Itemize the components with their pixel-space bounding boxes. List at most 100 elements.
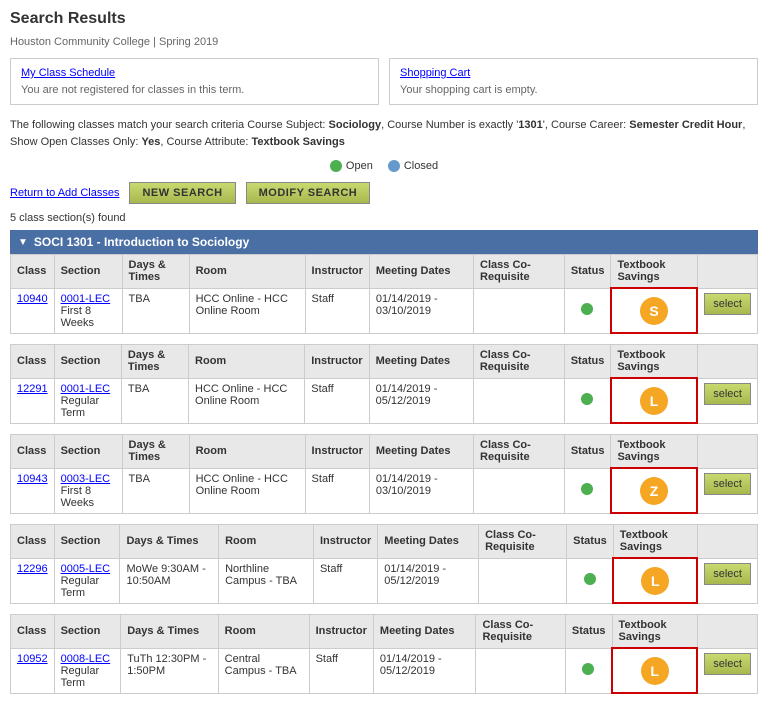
col-section: Section [54, 345, 121, 379]
class-select: select [697, 558, 757, 603]
class-number-link[interactable]: 12296 [17, 563, 48, 575]
nav-row: Return to Add Classes New Search Modify … [10, 182, 758, 204]
status-open-dot [581, 483, 593, 495]
class-number: 10952 [11, 648, 55, 693]
class-status [567, 558, 614, 603]
col-status: Status [564, 345, 611, 379]
class-number-link[interactable]: 10940 [17, 293, 48, 305]
select-button[interactable]: select [704, 293, 751, 315]
page-subtitle: Houston Community College | Spring 2019 [10, 36, 758, 48]
shopping-cart-link[interactable]: Shopping Cart [400, 67, 470, 79]
class-room: HCC Online - HCC Online Room [189, 288, 305, 333]
table-row: 10940 0001-LEC First 8 Weeks TBA HCC Onl… [11, 288, 758, 333]
col-class: Class [11, 615, 55, 649]
modify-search-button[interactable]: Modify Search [246, 182, 371, 204]
textbook-icon[interactable]: S [640, 297, 668, 325]
status-open-dot [581, 393, 593, 405]
class-number-link[interactable]: 10943 [17, 473, 48, 485]
class-section-sub: Regular Term [61, 575, 100, 599]
class-meeting-dates: 01/14/2019 - 03/10/2019 [369, 288, 473, 333]
class-instructor: Staff [313, 558, 377, 603]
class-room: HCC Online - HCC Online Room [189, 378, 305, 423]
class-number-link[interactable]: 12291 [17, 383, 48, 395]
col-instructor: Instructor [309, 615, 373, 649]
textbook-icon[interactable]: L [641, 657, 669, 685]
select-button[interactable]: select [704, 653, 751, 675]
col-textbook-savings: Textbook Savings [611, 345, 697, 379]
classes-container: Class Section Days & Times Room Instruct… [10, 254, 758, 694]
col-co-req: Class Co-Requisite [479, 525, 567, 559]
class-section-link[interactable]: 0003-LEC [61, 473, 111, 485]
col-instructor: Instructor [313, 525, 377, 559]
col-status: Status [564, 435, 611, 469]
class-textbook[interactable]: L [613, 558, 697, 603]
info-boxes-container: My Class Schedule You are not registered… [10, 58, 758, 105]
textbook-icon[interactable]: L [641, 567, 669, 595]
col-meeting-dates: Meeting Dates [378, 525, 479, 559]
class-section-sub: Regular Term [61, 395, 100, 419]
return-to-add-classes-link[interactable]: Return to Add Classes [10, 187, 119, 199]
class-textbook[interactable]: L [612, 648, 697, 693]
col-instructor: Instructor [305, 435, 369, 469]
class-textbook[interactable]: Z [611, 468, 697, 513]
class-co-req [474, 468, 565, 513]
page-title: Search Results [10, 10, 758, 28]
col-days-times: Days & Times [122, 255, 189, 289]
class-section-link[interactable]: 0001-LEC [61, 293, 111, 305]
col-room: Room [189, 435, 305, 469]
class-select: select [697, 288, 757, 333]
status-open-dot [584, 573, 596, 585]
class-room: HCC Online - HCC Online Room [189, 468, 305, 513]
textbook-icon[interactable]: Z [640, 477, 668, 505]
col-room: Room [189, 345, 305, 379]
table-row: 12291 0001-LEC Regular Term TBA HCC Onli… [11, 378, 758, 423]
class-section-link[interactable]: 0005-LEC [61, 563, 111, 575]
col-class: Class [11, 345, 55, 379]
class-instructor: Staff [309, 648, 373, 693]
legend: Open Closed [10, 160, 758, 172]
col-co-req: Class Co-Requisite [474, 255, 565, 289]
col-room: Room [219, 525, 314, 559]
my-class-schedule-link[interactable]: My Class Schedule [21, 67, 115, 79]
class-textbook[interactable]: L [611, 378, 697, 423]
class-number: 10940 [11, 288, 55, 333]
class-section: 0008-LEC Regular Term [54, 648, 121, 693]
col-textbook-savings: Textbook Savings [611, 435, 697, 469]
col-textbook-savings: Textbook Savings [612, 615, 697, 649]
class-instructor: Staff [305, 378, 369, 423]
class-number: 12296 [11, 558, 55, 603]
class-section-sub: First 8 Weeks [61, 305, 94, 329]
search-criteria: The following classes match your search … [10, 117, 758, 150]
course-collapse-icon[interactable]: ▼ [18, 237, 28, 248]
status-open-dot [582, 663, 594, 675]
class-section: 0001-LEC Regular Term [54, 378, 121, 423]
select-button[interactable]: select [704, 473, 751, 495]
open-dot [330, 160, 342, 172]
col-days-times: Days & Times [120, 525, 219, 559]
col-meeting-dates: Meeting Dates [369, 435, 473, 469]
col-select [697, 525, 757, 559]
table-row: 10943 0003-LEC First 8 Weeks TBA HCC Onl… [11, 468, 758, 513]
col-section: Section [54, 615, 121, 649]
col-section: Section [54, 435, 122, 469]
select-button[interactable]: select [704, 383, 751, 405]
class-section-link[interactable]: 0001-LEC [61, 383, 111, 395]
col-select [697, 255, 757, 289]
class-section: 0003-LEC First 8 Weeks [54, 468, 122, 513]
class-days-times: TuTh 12:30PM - 1:50PM [121, 648, 218, 693]
select-button[interactable]: select [704, 563, 751, 585]
class-section-link[interactable]: 0008-LEC [61, 653, 111, 665]
new-search-button[interactable]: New Search [129, 182, 235, 204]
class-textbook[interactable]: S [611, 288, 697, 333]
col-section: Section [54, 255, 122, 289]
col-status: Status [565, 615, 612, 649]
class-select: select [697, 648, 757, 693]
shopping-cart-box: Shopping Cart Your shopping cart is empt… [389, 58, 758, 105]
class-number-link[interactable]: 10952 [17, 653, 48, 665]
col-days-times: Days & Times [121, 345, 188, 379]
col-textbook-savings: Textbook Savings [613, 525, 697, 559]
textbook-icon[interactable]: L [640, 387, 668, 415]
class-status [564, 468, 611, 513]
closed-label: Closed [404, 160, 438, 172]
class-meeting-dates: 01/14/2019 - 03/10/2019 [369, 468, 473, 513]
